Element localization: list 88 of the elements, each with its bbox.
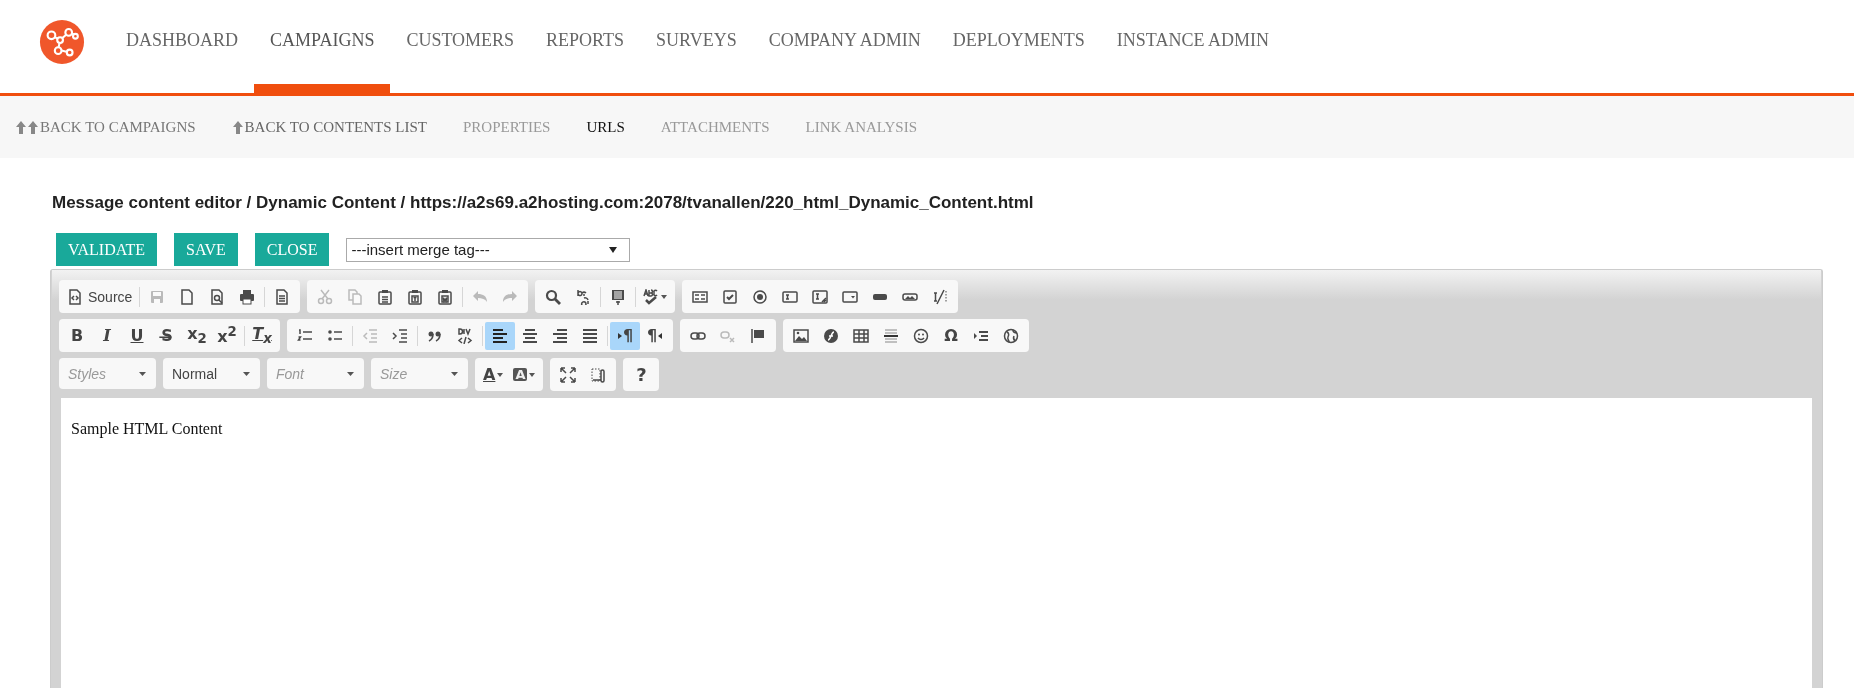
table-icon [853, 327, 869, 344]
nav-tab[interactable]: SURVEYS [640, 0, 753, 93]
align-center-icon [522, 327, 538, 344]
toolbar-button[interactable]: ¶ [640, 321, 670, 350]
content-text: Sample HTML Content [71, 420, 224, 438]
caret-icon [139, 371, 146, 376]
flag-icon [750, 327, 766, 344]
f-circle-icon [823, 327, 839, 344]
smiley-icon [913, 327, 929, 344]
text-page-icon [274, 288, 291, 305]
checkbox-icon [722, 288, 739, 305]
page-magnifier-icon [209, 288, 226, 305]
background-color-button[interactable]: A [508, 360, 541, 389]
copy-pages-icon [347, 288, 364, 305]
dropdown-field-icon [842, 288, 859, 305]
nav-tab[interactable]: DEPLOYMENTS [936, 0, 1101, 93]
caret-icon [243, 371, 250, 376]
dashed-field-icon [932, 288, 949, 305]
picture-icon [793, 327, 809, 344]
subscript-icon: x$_{2}$ [187, 325, 207, 346]
caret-icon [609, 246, 618, 253]
search-icon [545, 288, 562, 305]
toolbar-button[interactable]: x$_{2}$ [182, 321, 212, 350]
subnav-link[interactable]: BACK TO CONTENTS LIST [231, 118, 427, 136]
align-left-icon [492, 327, 508, 344]
toolbar-button[interactable]: U [122, 321, 152, 350]
justify-icon [582, 327, 598, 344]
subnav-link[interactable]: URLS [586, 118, 625, 136]
toolbar-button[interactable]: B [62, 321, 92, 350]
clipboard-document-icon [437, 288, 454, 305]
underline-icon: U [130, 327, 144, 344]
omega-icon: Ω [944, 327, 958, 344]
breadcrumb-title: Message content editor / Dynamic Content / https://a2s69.a2hosting.com:2078/tvanallen/220_html_Dynamic_Content.html [52, 193, 1035, 213]
format-combo[interactable]: Normal [163, 358, 260, 389]
remove-format-icon: T$_{x}$ [252, 325, 272, 346]
document-code-icon [67, 288, 83, 305]
scissors-icon [317, 288, 334, 305]
caret-icon [451, 371, 458, 376]
div-tag-icon [457, 327, 473, 344]
clipboard-icon [377, 288, 394, 305]
toolbar-button[interactable]: ¶ [610, 321, 640, 350]
editor-content-area[interactable]: Sample HTML Content [61, 398, 1812, 688]
printer-icon [239, 288, 256, 305]
toolbar-button[interactable] [485, 321, 515, 350]
toolbar-button[interactable]: T$_{x}$ [247, 321, 277, 350]
horizontal-line-icon [883, 327, 899, 344]
bold-icon: B [70, 327, 84, 344]
nav-tab[interactable]: COMPANY ADMIN [752, 0, 937, 93]
globe-icon [1003, 327, 1019, 344]
strikethrough-icon: S̶ [161, 327, 173, 344]
select-all-icon [610, 288, 627, 305]
caret-icon [661, 294, 668, 299]
align-right-icon [552, 327, 568, 344]
up-arrow-icon [15, 120, 39, 134]
nav-tab[interactable]: CUSTOMERS [390, 0, 531, 93]
form-icon [692, 288, 709, 305]
source-button[interactable]: Source [62, 282, 138, 311]
nav-tab[interactable]: INSTANCE ADMIN [1100, 0, 1285, 93]
toolbar-button[interactable]: Ω [936, 321, 966, 350]
nav-tab[interactable]: REPORTS [530, 0, 641, 93]
bullet-list-icon [327, 327, 343, 344]
numbered-list-icon [297, 327, 313, 344]
toolbar-button[interactable]: x$^{2}$ [212, 321, 242, 350]
network-logo[interactable] [39, 19, 85, 65]
italic-icon: I [103, 327, 111, 344]
help-button[interactable]: ? [626, 360, 657, 389]
merge-tag-dropdown[interactable]: ---insert merge tag--- [346, 237, 631, 262]
toolbar-button[interactable]: I [92, 321, 122, 350]
text-area-icon [812, 288, 829, 305]
show-blocks-icon [590, 366, 607, 383]
up-arrow-icon [231, 120, 244, 134]
superscript-icon: x$^{2}$ [217, 325, 237, 346]
caret-icon [347, 371, 354, 376]
blank-page-icon [179, 288, 196, 305]
caret-icon [497, 372, 504, 377]
nav-tab[interactable]: DASHBOARD [110, 0, 255, 93]
caret-icon [529, 372, 536, 377]
text-color-button[interactable]: A [478, 360, 509, 389]
indent-icon [392, 327, 408, 344]
expand-arrows-icon [560, 366, 577, 383]
spellcheck-icon [643, 288, 660, 305]
text-field-icon [782, 288, 799, 305]
radio-icon [752, 288, 769, 305]
outdent-icon [362, 327, 378, 344]
redo-arrow-icon [502, 288, 519, 305]
toolbar-button[interactable]: S̶ [152, 321, 182, 350]
subnav-link[interactable]: BACK TO CAMPAIGNS [15, 118, 196, 136]
clipboard-text-icon [407, 288, 424, 305]
